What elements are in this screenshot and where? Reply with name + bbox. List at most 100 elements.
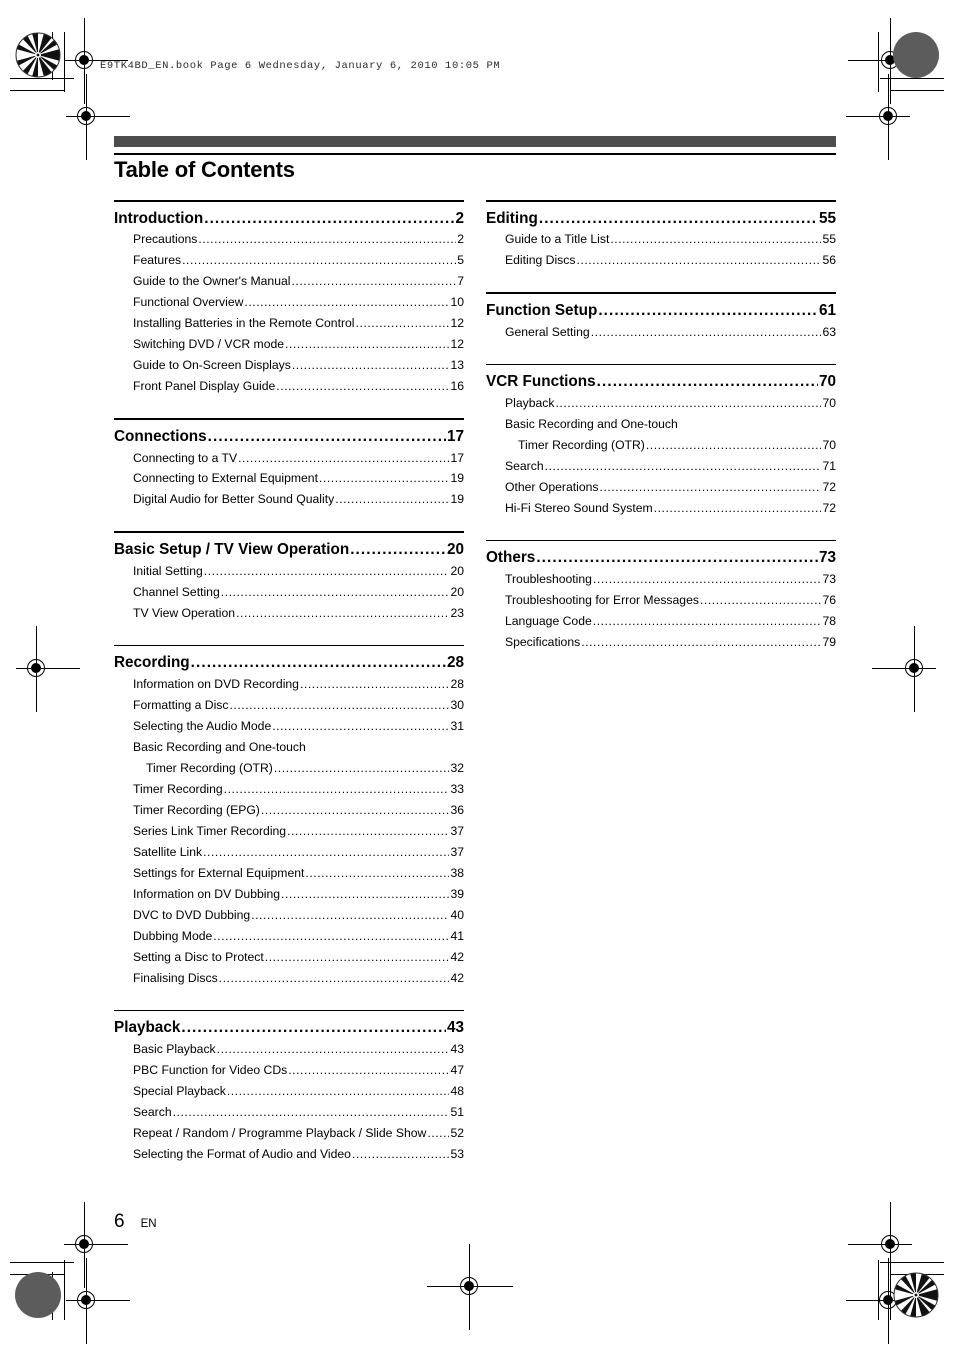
toc-entry[interactable]: Front Panel Display Guide...............…	[114, 376, 464, 397]
toc-entry-page-number: 32	[450, 760, 464, 775]
toc-entry[interactable]: Troubleshooting for Error Messages......…	[486, 590, 836, 611]
toc-entry[interactable]: Timer Recording.........................…	[114, 779, 464, 800]
print-slug-line: E9TK4BD_EN.book Page 6 Wednesday, Januar…	[100, 60, 501, 72]
toc-entry[interactable]: Connecting to External Equipment........…	[114, 468, 464, 489]
toc-entry-label: General Setting	[505, 324, 590, 339]
leader-dots: ........................................…	[220, 584, 450, 599]
toc-entry[interactable]: Editing Discs...........................…	[486, 250, 836, 271]
toc-entry[interactable]: Other Operations........................…	[486, 477, 836, 498]
toc-entry[interactable]: Language Code...........................…	[486, 611, 836, 632]
leader-dots: ........................................…	[223, 781, 450, 796]
toc-entry[interactable]: Search..................................…	[486, 456, 836, 477]
section-heading-label: Others	[486, 549, 536, 567]
toc-entry[interactable]: Features................................…	[114, 250, 464, 271]
toc-entry-page-number: 2	[457, 232, 464, 247]
toc-entry[interactable]: Installing Batteries in the Remote Contr…	[114, 313, 464, 334]
toc-entry[interactable]: Selecting the Audio Mode................…	[114, 716, 464, 737]
toc-entry-label: Basic Playback	[133, 1042, 216, 1057]
toc-entry[interactable]: Hi-Fi Stereo Sound System...............…	[486, 498, 836, 519]
toc-entry[interactable]: PBC Function for Video CDs..............…	[114, 1060, 464, 1081]
toc-entry[interactable]: Basic Playback..........................…	[114, 1039, 464, 1060]
toc-entry[interactable]: Guide to the Owner's Manual.............…	[114, 271, 464, 292]
toc-section-heading[interactable]: Others..................................…	[486, 547, 836, 569]
toc-entry[interactable]: Channel Setting.........................…	[114, 582, 464, 603]
leader-dots: ........................................…	[244, 295, 450, 310]
toc-entry[interactable]: Guide to a Title List...................…	[486, 229, 836, 250]
toc-entry[interactable]: Information on DVD Recording............…	[114, 674, 464, 695]
leader-dots: ........................................…	[264, 949, 450, 964]
toc-entry-page-number: 36	[450, 802, 464, 817]
crop-mark-line	[890, 90, 944, 92]
toc-entry-page-number: 16	[450, 379, 464, 394]
toc-entry-page-number: 52	[450, 1126, 464, 1141]
toc-columns: Introduction............................…	[114, 200, 836, 1186]
toc-entry[interactable]: Satellite Link..........................…	[114, 842, 464, 863]
toc-entry-label: Search	[133, 1105, 172, 1120]
toc-entry-page-number: 13	[450, 358, 464, 373]
leader-dots: ........................................…	[576, 253, 821, 268]
toc-entry[interactable]: Guide to On-Screen Displays.............…	[114, 355, 464, 376]
toc-section: Recording...............................…	[114, 644, 464, 989]
toc-entry[interactable]: Repeat / Random / Programme Playback / S…	[114, 1123, 464, 1144]
toc-entry[interactable]: Precautions.............................…	[114, 229, 464, 250]
registration-mark	[66, 74, 130, 160]
toc-entry[interactable]: TV View Operation.......................…	[114, 603, 464, 624]
toc-entry[interactable]: Digital Audio for Better Sound Quality..…	[114, 489, 464, 510]
toc-entry-label: Formatting a Disc	[133, 698, 229, 713]
toc-entry[interactable]: DVC to DVD Dubbing......................…	[114, 905, 464, 926]
toc-entry[interactable]: Playback................................…	[486, 393, 836, 414]
toc-section-heading[interactable]: Connections.............................…	[114, 426, 464, 448]
toc-entry[interactable]: Setting a Disc to Protect...............…	[114, 947, 464, 968]
toc-entry[interactable]: Initial Setting.........................…	[114, 561, 464, 582]
toc-section-heading[interactable]: Basic Setup / TV View Operation.........…	[114, 539, 464, 561]
toc-section-heading[interactable]: Recording...............................…	[114, 652, 464, 674]
leader-dots: ........................................…	[598, 301, 818, 319]
toc-entry[interactable]: Switching DVD / VCR mode................…	[114, 334, 464, 355]
crop-mark-line	[10, 90, 64, 92]
leader-dots: ........................................…	[172, 1105, 450, 1120]
section-rule	[114, 1009, 464, 1012]
section-page-number: 2	[455, 209, 464, 227]
toc-entry[interactable]: General Setting.........................…	[486, 322, 836, 343]
leader-dots: ........................................…	[273, 760, 450, 775]
leader-dots: ........................................…	[592, 572, 822, 587]
toc-entry[interactable]: Functional Overview.....................…	[114, 292, 464, 313]
toc-section: Introduction............................…	[114, 200, 464, 397]
leader-dots: ........................................…	[305, 865, 449, 880]
toc-section-heading[interactable]: Playback................................…	[114, 1017, 464, 1039]
toc-entry[interactable]: Search..................................…	[114, 1102, 464, 1123]
toc-entry-page-number: 31	[450, 719, 464, 733]
section-heading-label: Recording	[114, 654, 190, 672]
toc-entry[interactable]: Formatting a Disc.......................…	[114, 695, 464, 716]
toc-section-heading[interactable]: VCR Functions...........................…	[486, 371, 836, 393]
toc-entry[interactable]: Specifications..........................…	[486, 632, 836, 653]
leader-dots: ........................................…	[251, 907, 449, 922]
toc-entry[interactable]: Timer Recording (EPG)...................…	[114, 800, 464, 821]
toc-entry[interactable]: Series Link Timer Recording.............…	[114, 821, 464, 842]
toc-entry[interactable]: Special Playback........................…	[114, 1081, 464, 1102]
toc-section-heading[interactable]: Introduction............................…	[114, 208, 464, 230]
toc-entry[interactable]: Connecting to a TV......................…	[114, 448, 464, 469]
page-footer: 6 EN	[114, 1211, 157, 1233]
toc-entry-label: Finalising Discs	[133, 970, 218, 985]
leader-dots: ........................................…	[207, 427, 446, 445]
toc-entry[interactable]: Finalising Discs........................…	[114, 968, 464, 989]
toc-entry[interactable]: Basic Recording and One-touch Timer Recor…	[486, 414, 836, 456]
leader-dots: ........................................…	[536, 549, 818, 567]
toc-entry[interactable]: Information on DV Dubbing...............…	[114, 884, 464, 905]
toc-entry-page-number: 63	[822, 324, 836, 339]
toc-entry-label: Digital Audio for Better Sound Quality	[133, 492, 335, 507]
toc-entry[interactable]: Basic Recording and One-touch Timer Recor…	[114, 737, 464, 779]
section-rule	[114, 200, 464, 202]
toc-entry[interactable]: Dubbing Mode............................…	[114, 926, 464, 947]
registration-mark	[427, 1244, 513, 1330]
toc-entry[interactable]: Settings for External Equipment.........…	[114, 863, 464, 884]
toc-section-heading[interactable]: Function Setup..........................…	[486, 300, 836, 322]
toc-entry-label: Features	[133, 253, 182, 268]
toc-entry-page-number: 53	[450, 1147, 464, 1162]
toc-entry[interactable]: Troubleshooting.........................…	[486, 569, 836, 590]
toc-entry[interactable]: Selecting the Format of Audio and Video.…	[114, 1144, 464, 1165]
toc-section-heading[interactable]: Editing.................................…	[486, 208, 836, 230]
section-page-number: 73	[818, 549, 836, 567]
registration-mark	[846, 74, 910, 160]
